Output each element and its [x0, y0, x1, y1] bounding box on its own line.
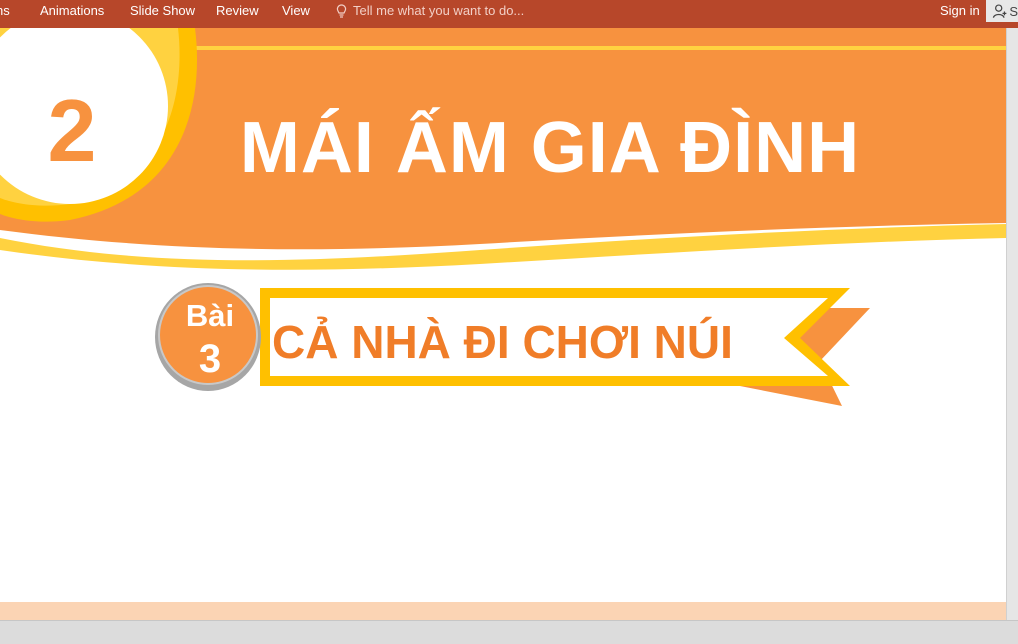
share-button[interactable]: S: [986, 0, 1018, 22]
lesson-title: CẢ NHÀ ĐI CHƠI NÚI: [272, 316, 733, 368]
tell-me-placeholder: Tell me what you want to do...: [353, 3, 525, 18]
add-person-icon: [992, 4, 1007, 18]
tab-transitions[interactable]: ns: [0, 3, 10, 19]
ribbon-tab-bar: ns Animations Slide Show Review View Tel…: [0, 0, 1018, 28]
tab-view[interactable]: View: [282, 3, 310, 19]
slide-bottom-band: [0, 602, 1006, 620]
slide-canvas[interactable]: 2 MÁI ẤM GIA ĐÌNH Bài 3 CẢ NHÀ ĐI CHƠI N…: [0, 28, 1006, 620]
share-label: S: [1009, 3, 1018, 19]
tab-slide-show[interactable]: Slide Show: [130, 3, 195, 19]
tab-animations[interactable]: Animations: [40, 3, 104, 19]
vertical-scrollbar[interactable]: [1006, 28, 1018, 620]
sign-in-link[interactable]: Sign in: [940, 3, 980, 19]
status-bar: [0, 620, 1018, 644]
chapter-title: MÁI ẤM GIA ĐÌNH: [239, 108, 861, 188]
lesson-badge-number: 3: [198, 337, 222, 381]
lightbulb-icon: [336, 4, 347, 18]
lesson-badge: Bài 3: [155, 283, 261, 391]
tab-review[interactable]: Review: [216, 3, 259, 19]
tell-me-search[interactable]: Tell me what you want to do...: [336, 3, 524, 19]
lesson-badge-label: Bài: [185, 298, 235, 333]
chapter-number: 2: [47, 81, 97, 180]
